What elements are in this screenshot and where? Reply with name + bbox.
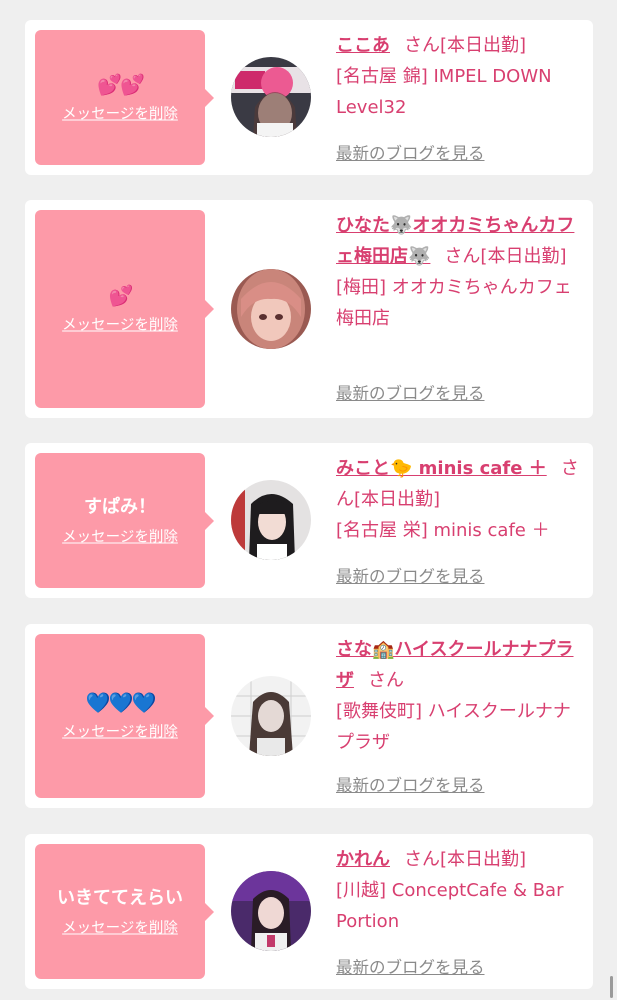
- message-text: いきててえらい: [57, 887, 183, 908]
- avatar[interactable]: [231, 57, 311, 137]
- honorific: さん: [444, 246, 481, 267]
- latest-blog-link[interactable]: 最新のブログを見る: [336, 563, 485, 587]
- shop-name: [梅田] オオカミちゃんカフェ梅田店: [336, 277, 572, 329]
- latest-blog-link[interactable]: 最新のブログを見る: [336, 772, 485, 796]
- message-card: すぱみ！ メッセージを削除 みこと🐤 minis cafe ＋さん[本日出勤] …: [25, 443, 593, 598]
- delete-message-link[interactable]: メッセージを削除: [62, 721, 178, 742]
- avatar[interactable]: [231, 871, 311, 951]
- shop-name: [川越] ConceptCafe & Bar Portion: [336, 880, 564, 932]
- attendance-status: [本日出勤]: [354, 489, 441, 510]
- attendance-status: [本日出勤]: [440, 35, 527, 56]
- avatar[interactable]: [231, 480, 311, 560]
- cast-info: ここあ さん[本日出勤] [名古屋 錦] IMPEL DOWN Level32: [336, 30, 586, 123]
- shop-name: [歌舞伎町] ハイスクールナナプラザ: [336, 701, 571, 753]
- cast-info: みこと🐤 minis cafe ＋さん[本日出勤] [名古屋 栄] minis …: [336, 453, 586, 546]
- honorific: さん: [368, 670, 404, 691]
- shop-name: [名古屋 錦] IMPEL DOWN Level32: [336, 66, 552, 118]
- delete-message-link[interactable]: メッセージを削除: [62, 314, 178, 335]
- message-card: 💙💙💙 メッセージを削除 さな🏫ハイスクールナナプラザ さん [歌舞伎町] ハイス…: [25, 624, 593, 808]
- cast-info: かれん さん[本日出勤] [川越] ConceptCafe & Bar Porti…: [336, 844, 586, 937]
- message-text: すぱみ！: [84, 496, 156, 517]
- delete-message-link[interactable]: メッセージを削除: [62, 916, 178, 937]
- shop-name: [名古屋 栄] minis cafe ＋: [336, 520, 550, 541]
- cast-info: ひなた🐺オオカミちゃんカフェ梅田店🐺 さん[本日出勤] [梅田] オオカミちゃんカ…: [336, 210, 586, 334]
- delete-message-link[interactable]: メッセージを削除: [62, 525, 178, 546]
- message-bubble: すぱみ！ メッセージを削除: [35, 453, 214, 588]
- scrollbar[interactable]: [610, 976, 613, 998]
- message-text: 💙💙💙: [85, 690, 157, 715]
- cast-name-link[interactable]: かれん: [336, 849, 390, 870]
- delete-message-link[interactable]: メッセージを削除: [62, 102, 178, 123]
- message-text: 💕💕: [97, 72, 145, 96]
- avatar[interactable]: [231, 676, 311, 756]
- latest-blog-link[interactable]: 最新のブログを見る: [336, 954, 485, 978]
- latest-blog-link[interactable]: 最新のブログを見る: [336, 140, 485, 164]
- message-bubble: 💙💙💙 メッセージを削除: [35, 634, 214, 798]
- honorific: さん: [404, 35, 440, 56]
- cast-name-link[interactable]: みこと🐤 minis cafe ＋: [336, 458, 547, 479]
- message-text: 💕: [108, 283, 134, 308]
- message-bubble: 💕💕 メッセージを削除: [35, 30, 214, 165]
- attendance-status: [本日出勤]: [480, 246, 567, 267]
- attendance-status: [本日出勤]: [440, 849, 527, 870]
- message-card: いきててえらい メッセージを削除 かれん さん[本日出勤] [川越] Concep…: [25, 834, 593, 989]
- cast-info: さな🏫ハイスクールナナプラザ さん [歌舞伎町] ハイスクールナナプラザ: [336, 634, 586, 758]
- message-bubble: 💕 メッセージを削除: [35, 210, 214, 408]
- message-card: 💕 メッセージを削除 ひなた🐺オオカミちゃんカフェ梅田店🐺 さん[本日出勤] [梅…: [25, 200, 593, 418]
- honorific: さん: [404, 849, 440, 870]
- avatar[interactable]: [231, 269, 311, 349]
- message-card: 💕💕 メッセージを削除 ここあ さん[本日出勤] [名古屋 錦] IMPEL DO…: [25, 20, 593, 175]
- latest-blog-link[interactable]: 最新のブログを見る: [336, 380, 485, 404]
- cast-name-link[interactable]: ここあ: [336, 35, 390, 56]
- message-bubble: いきててえらい メッセージを削除: [35, 844, 214, 979]
